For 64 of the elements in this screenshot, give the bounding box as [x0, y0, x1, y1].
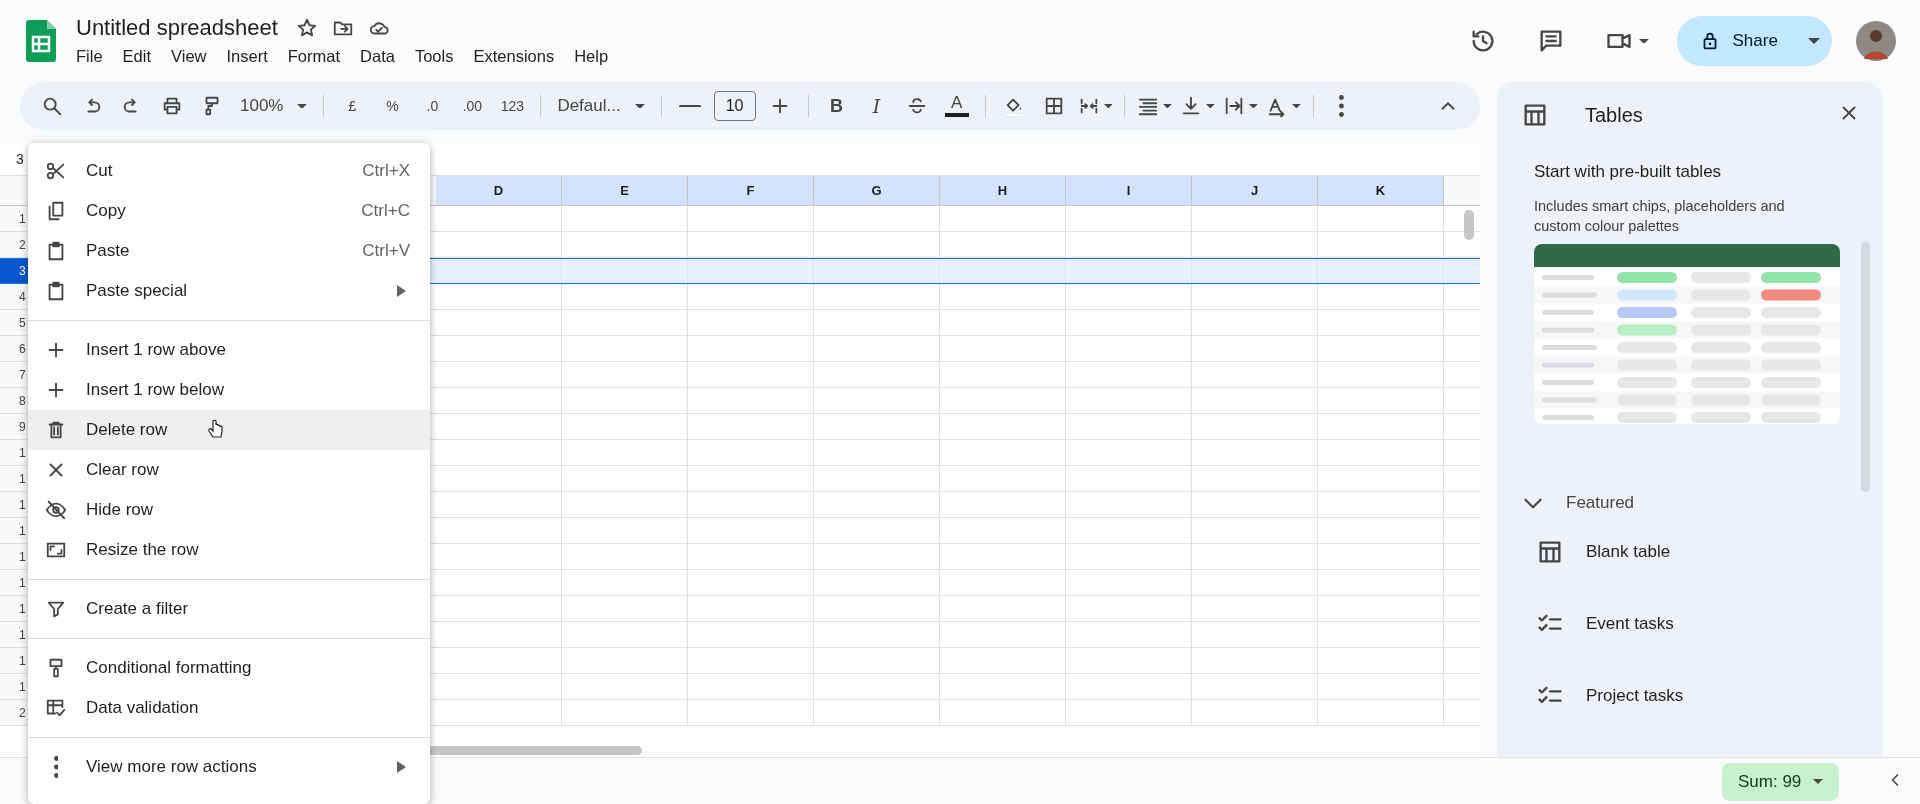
- template-item[interactable]: Blank table: [1536, 516, 1862, 588]
- sheets-logo-icon: [26, 20, 56, 62]
- panel-description: Includes smart chips, placeholders and custom colour palettes: [1534, 197, 1786, 236]
- text-color-button[interactable]: A: [936, 89, 977, 123]
- panel-heading: Start with pre-built tables: [1534, 162, 1723, 182]
- menu-item[interactable]: View: [171, 44, 217, 68]
- menu-item[interactable]: File: [76, 44, 113, 68]
- caret-icon: [297, 103, 308, 109]
- decrease-decimals-button[interactable]: .0: [412, 89, 453, 123]
- document-title[interactable]: Untitled spreadsheet: [76, 14, 278, 41]
- name-box[interactable]: 3: [0, 151, 24, 167]
- decrease-font-size-icon: [678, 104, 701, 108]
- template-item[interactable]: Project tasks: [1536, 660, 1862, 732]
- menu-item[interactable]: Cut Ctrl+X: [28, 151, 430, 191]
- column-header[interactable]: D: [436, 176, 562, 205]
- menu-item[interactable]: Help: [574, 44, 619, 68]
- menu-item[interactable]: Format: [287, 44, 351, 68]
- caret-icon: [1163, 103, 1173, 109]
- menu-item[interactable]: Edit: [122, 44, 162, 68]
- caret-icon: [1807, 37, 1820, 44]
- eye-off-icon: [45, 499, 67, 521]
- font-size-field[interactable]: 10: [713, 91, 756, 121]
- caret-icon: [1103, 103, 1113, 109]
- menu-item[interactable]: Extensions: [473, 44, 565, 68]
- caret-icon: [1248, 103, 1258, 109]
- menu-item[interactable]: Delete row: [28, 410, 430, 450]
- column-header[interactable]: K: [1318, 176, 1444, 205]
- scissors-icon: [45, 160, 67, 182]
- percent-button[interactable]: %: [372, 89, 413, 123]
- more-icon: [1339, 95, 1344, 117]
- menu-item[interactable]: View more row actions: [28, 747, 430, 787]
- column-header[interactable]: G: [814, 176, 940, 205]
- caret-icon: [1638, 38, 1649, 44]
- column-header[interactable]: F: [688, 176, 814, 205]
- currency-button[interactable]: £: [332, 89, 373, 123]
- increase-decimals-button[interactable]: .00: [452, 89, 493, 123]
- avatar[interactable]: [1856, 21, 1896, 61]
- zoom-select[interactable]: 100%: [232, 89, 316, 123]
- column-header[interactable]: H: [940, 176, 1066, 205]
- star-icon[interactable]: [295, 16, 318, 39]
- menu-item[interactable]: Insert: [226, 44, 278, 68]
- italic-button[interactable]: I: [856, 89, 897, 123]
- column-header[interactable]: J: [1192, 176, 1318, 205]
- number-format-button[interactable]: 123: [492, 89, 533, 123]
- font-select[interactable]: Defaul...: [549, 89, 653, 123]
- column-header[interactable]: E: [562, 176, 688, 205]
- print-icon: [161, 95, 183, 117]
- search-icon: [41, 95, 63, 117]
- more-icon: [53, 756, 59, 778]
- panel-title: Tables: [1585, 103, 1643, 127]
- caret-icon: [1291, 103, 1301, 109]
- caret-icon: [1206, 103, 1215, 109]
- table-check-icon: [45, 697, 67, 719]
- sum-button[interactable]: Sum: 99: [1722, 762, 1840, 801]
- panel-scrollbar[interactable]: [1861, 242, 1870, 492]
- vertical-scrollbar[interactable]: [1464, 210, 1474, 240]
- menu-item[interactable]: Tools: [414, 44, 464, 68]
- featured-toggle[interactable]: Featured: [1520, 490, 1862, 516]
- column-header[interactable]: I: [1066, 176, 1192, 205]
- caret-icon: [634, 103, 645, 109]
- caret-icon: [1813, 779, 1824, 784]
- bold-button[interactable]: B: [816, 89, 857, 123]
- template-item[interactable]: Event tasks: [1536, 588, 1862, 660]
- menu-item[interactable]: Data: [360, 44, 405, 68]
